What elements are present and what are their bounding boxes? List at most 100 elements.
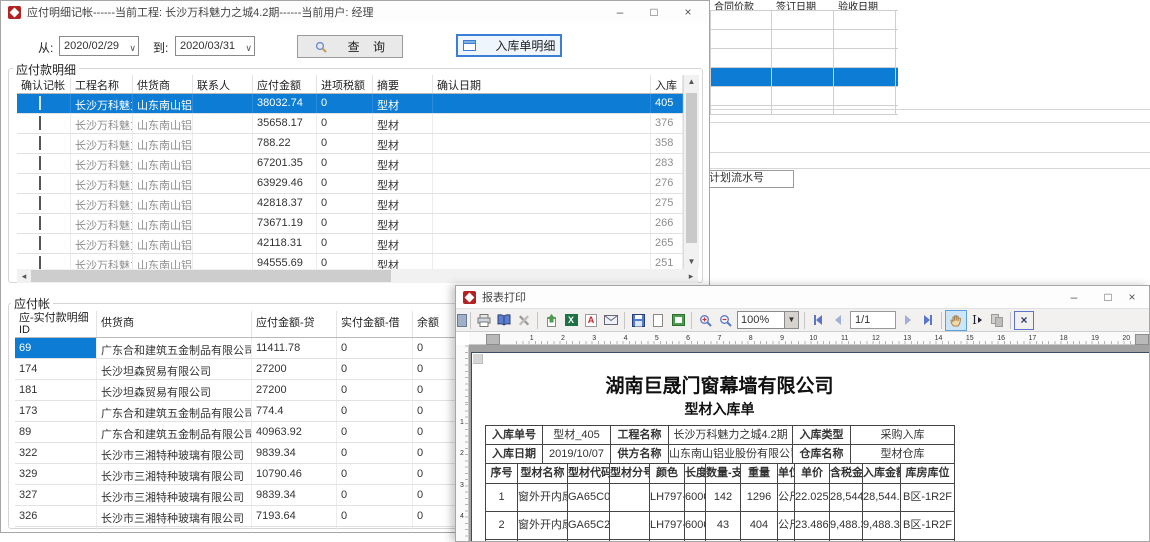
close-button[interactable]: × [671,1,705,23]
zoom-out-icon[interactable] [715,311,735,330]
empty-row[interactable] [710,86,898,105]
confirm-checkbox[interactable] [39,96,41,110]
next-page-button[interactable] [898,311,918,330]
ruler-number: 19 [1079,332,1110,344]
zoom-in-icon[interactable] [695,311,715,330]
close-preview-button[interactable]: × [1014,311,1034,330]
to-date-picker[interactable]: 2020/03/31 ∨ [175,36,255,56]
pdf-export-icon[interactable]: A [581,311,601,330]
scroll-left-arrow[interactable]: ◂ [17,269,31,283]
confirm-checkbox[interactable] [39,136,41,150]
window-titlebar[interactable]: 报表打印 [456,286,1149,308]
vertical-scrollbar[interactable]: ▲ ▼ [683,75,699,269]
column-header-contact[interactable]: 联系人 [193,75,253,93]
report-table-row: 1 窗外开内扇 GA65C07 LH797-1LL 6000 142 1296 … [486,484,955,512]
column-header-sign-date[interactable]: 签订日期 [772,0,834,10]
empty-row[interactable] [710,48,898,67]
page-indicator-input[interactable]: 1/1 [850,311,896,329]
print-preview-area[interactable]: 湖南巨晟门窗幕墙有限公司 型材入库单 入库单号 型材_405 工程名称 长沙万科… [469,345,1149,541]
minimize-button[interactable]: – [603,1,637,23]
ruler-number: 11 [829,332,860,344]
column-header-contract-price[interactable]: 合同价款 [710,0,772,10]
confirm-checkbox[interactable] [39,236,41,250]
confirm-checkbox[interactable] [39,116,41,130]
report-empty-row [486,540,955,541]
ruler-left-margin-marker[interactable] [486,334,500,345]
scrollbar-thumb[interactable] [686,93,697,243]
zoom-level-select[interactable]: 100% ▼ [737,311,799,329]
close-button[interactable]: × [1125,286,1139,308]
page-setup-icon[interactable] [648,311,668,330]
empty-row[interactable] [710,105,898,115]
column-header-project[interactable]: 工程名称 [71,75,133,93]
column-header-supplier[interactable]: 供货商 [97,311,252,337]
table-row[interactable]: 长沙万科魅力... 山东南山铝业... 788.22 0 型材 358 [17,134,683,154]
selected-empty-row[interactable] [710,67,898,86]
ruler-number: 4 [610,332,641,344]
table-row[interactable]: 长沙万科魅力... 山东南山铝业... 67201.35 0 型材 283 [17,154,683,174]
hand-tool-button[interactable] [945,310,967,331]
empty-row[interactable] [710,10,898,29]
column-header-accept-date[interactable]: 验收日期 [834,0,896,10]
column-header-credit[interactable]: 应付金额-贷 [252,311,337,337]
email-icon[interactable] [601,311,621,330]
query-button-label: 查 询 [348,38,385,55]
table-row[interactable]: 长沙万科魅力... 山东南山铝业... 94555.69 0 型材 251 [17,254,683,270]
multipage-icon[interactable] [668,311,688,330]
empty-row[interactable] [710,29,898,48]
project-value: 长沙万科魅力之城4.2期 [669,426,793,445]
table-row[interactable]: 长沙万科魅力... 山东南山铝业... 73671.19 0 型材 266 [17,214,683,234]
book-preview-icon[interactable] [494,311,514,330]
table-row[interactable]: 长沙万科魅力... 山东南山铝业... 35658.17 0 型材 376 [17,114,683,134]
inbound-detail-button[interactable]: 入库单明细 [456,34,562,57]
column-header-summary[interactable]: 摘要 [373,75,433,93]
plan-serial-field[interactable]: 计划流水号 [708,170,794,188]
from-date-picker[interactable]: 2020/02/29 ∨ [59,36,139,56]
scroll-right-arrow[interactable]: ▸ [684,269,698,283]
query-button[interactable]: 查 询 [297,35,403,58]
maximize-button[interactable]: □ [637,1,671,23]
confirm-checkbox[interactable] [39,156,41,170]
tools-icon[interactable] [514,311,534,330]
copy-tool-icon[interactable] [987,311,1007,330]
previous-page-button[interactable] [828,311,848,330]
confirm-checkbox[interactable] [39,216,41,230]
save-icon[interactable] [628,311,648,330]
column-header-amount[interactable]: 应付金额 [253,75,317,93]
divider [710,168,1150,169]
payable-detail-group-label: 应付款明细 [13,61,79,78]
first-page-button[interactable] [808,311,828,330]
maximize-button[interactable]: □ [1091,286,1125,308]
table-row[interactable]: 长沙万科魅力... 山东南山铝业... 63929.46 0 型材 276 [17,174,683,194]
column-header-tax[interactable]: 进项税额 [317,75,373,93]
column-header-debit[interactable]: 实付金额-借 [337,311,413,337]
export-icon[interactable] [541,311,561,330]
warehouse-label: 仓库名称 [793,445,851,464]
table-row[interactable]: 长沙万科魅力... 山东南山铝业... 38032.74 0 型材 405 [17,94,683,114]
chevron-down-icon: ∨ [129,39,136,57]
text-select-tool-button[interactable]: I [967,311,987,330]
horizontal-scrollbar[interactable]: ◂ ▸ [17,269,698,283]
window-menu-icon[interactable] [457,311,467,330]
company-name: 湖南巨晟门窗幕墙有限公司 [485,371,954,398]
confirm-checkbox[interactable] [39,256,41,270]
table-row[interactable]: 长沙万科魅力... 山东南山铝业... 42818.37 0 型材 275 [17,194,683,214]
minimize-button[interactable]: – [1057,286,1091,308]
confirm-checkbox[interactable] [39,196,41,210]
toolbar-separator [691,312,692,329]
column-header-detail-id[interactable]: 应-实付款明细ID [15,311,97,337]
scroll-up-arrow[interactable]: ▲ [684,75,699,89]
last-page-button[interactable] [918,311,938,330]
scroll-down-arrow[interactable]: ▼ [684,255,699,269]
column-header-supplier[interactable]: 供货商 [133,75,193,93]
column-header-inbound[interactable]: 入库 [651,75,683,93]
toolbar-separator [1010,312,1011,329]
print-icon[interactable] [474,311,494,330]
table-row[interactable]: 长沙万科魅力... 山东南山铝业... 42118.31 0 型材 265 [17,234,683,254]
scrollbar-thumb[interactable] [31,270,391,282]
ruler-number: 18 [1048,332,1079,344]
excel-export-icon[interactable]: X [561,311,581,330]
confirm-checkbox[interactable] [39,176,41,190]
ruler-right-margin-marker[interactable] [1135,334,1149,345]
column-header-confirm-date[interactable]: 确认日期 [433,75,651,93]
